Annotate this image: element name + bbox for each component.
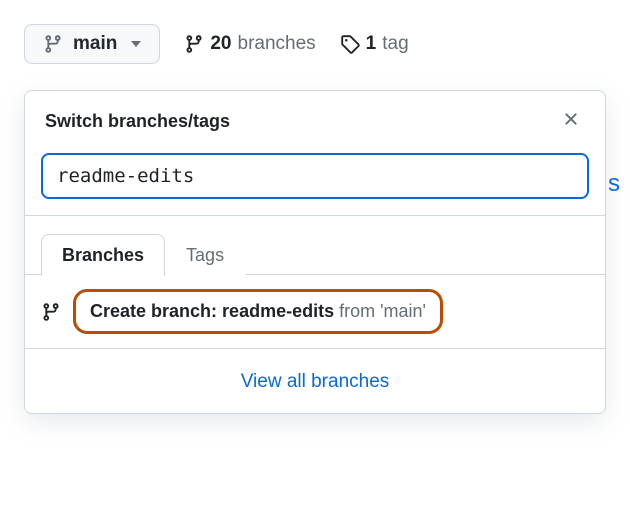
branch-icon: [184, 34, 204, 54]
create-branch-prefix: Create branch:: [90, 301, 222, 321]
create-branch-from: from 'main': [334, 301, 426, 321]
branch-icon: [41, 302, 61, 322]
tab-tags[interactable]: Tags: [165, 234, 245, 276]
caret-down-icon: [131, 41, 141, 47]
create-branch-highlight: Create branch: readme-edits from 'main': [73, 289, 443, 334]
branches-label: branches: [238, 33, 316, 55]
close-icon: [561, 109, 581, 129]
dropdown-title: Switch branches/tags: [45, 111, 230, 132]
close-button[interactable]: [557, 105, 585, 137]
branch-icon: [43, 34, 63, 54]
branch-selector-button[interactable]: main: [24, 24, 160, 64]
tab-branches[interactable]: Branches: [41, 234, 165, 276]
tags-count: 1: [366, 33, 377, 55]
branch-search-input[interactable]: [41, 153, 589, 199]
background-text: s: [608, 170, 620, 198]
create-branch-name: readme-edits: [222, 301, 334, 321]
tags-label: tag: [382, 33, 408, 55]
branch-switcher-dropdown: Switch branches/tags Branches Tags Creat…: [24, 90, 606, 414]
branches-count: 20: [210, 33, 231, 55]
tags-link[interactable]: 1 tag: [340, 33, 409, 55]
branch-selector-label: main: [73, 33, 117, 55]
branches-link[interactable]: 20 branches: [184, 33, 315, 55]
create-branch-row[interactable]: Create branch: readme-edits from 'main': [25, 275, 605, 349]
tag-icon: [340, 34, 360, 54]
view-all-branches-link[interactable]: View all branches: [241, 371, 390, 392]
